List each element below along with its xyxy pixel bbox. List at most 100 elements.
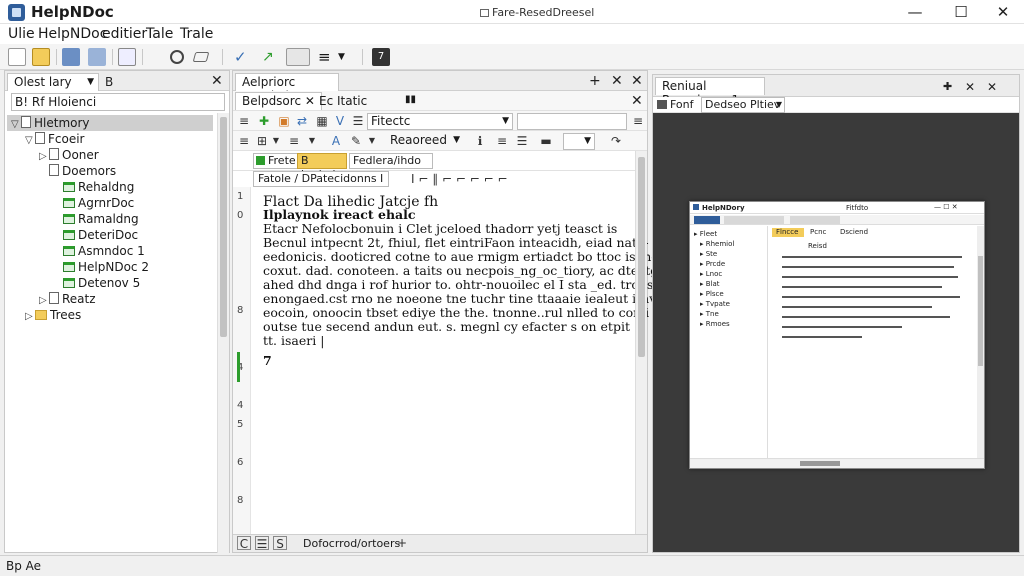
tree-item[interactable]: DeteriDoc [53, 227, 138, 243]
doc-tab-extra2[interactable]: Itatic [337, 94, 367, 108]
open-icon[interactable] [32, 48, 50, 66]
search-combo[interactable] [517, 113, 627, 130]
tree-icon[interactable] [118, 48, 136, 66]
minimize-button[interactable]: — [904, 3, 926, 21]
tree-item[interactable]: HelpNDoc 2 [53, 259, 149, 275]
expand-toggle-icon[interactable]: ▽ [11, 117, 21, 133]
close-panel-button[interactable]: ✕ [987, 80, 997, 94]
page-icon[interactable] [286, 48, 310, 66]
zoom-combo[interactable]: ▼ [563, 133, 595, 150]
align-center-icon[interactable]: ≡ [495, 134, 509, 148]
highlight-icon[interactable]: ✎ [349, 134, 363, 148]
menu-item-helpndoc[interactable]: HelpNDoc [38, 26, 107, 42]
save-icon[interactable] [62, 48, 80, 66]
search-icon[interactable] [170, 50, 184, 64]
menu-item-tools[interactable]: Trale [180, 26, 213, 42]
close-window-button[interactable]: ✕ [992, 3, 1014, 21]
close-panel-button[interactable]: ✕ [965, 80, 975, 94]
pin-icon[interactable]: ✚ [943, 80, 952, 94]
topic-search-input[interactable]: B! Rf Hloienci [11, 93, 225, 111]
code-view-icon[interactable]: C [237, 536, 251, 551]
pause-icon[interactable]: ▮▮ [405, 94, 416, 105]
chevron-down-icon[interactable]: ▼ [305, 134, 319, 148]
eraser-icon[interactable] [192, 52, 210, 62]
build-icon[interactable]: 7 [372, 48, 390, 66]
tree-item[interactable]: Asmndoc 1 [53, 243, 145, 259]
ruler-icon[interactable]: ▬ [539, 134, 553, 148]
preview-tab-right[interactable]: Dedseo Pltiev ▼ [701, 97, 785, 113]
topic-combo[interactable]: Fitectc ▼ [367, 113, 513, 130]
close-tab-button[interactable]: ✕ [631, 94, 643, 108]
menu-item-file[interactable]: Ulie [8, 26, 35, 42]
tree-item[interactable]: ▷ Ooner [39, 147, 99, 163]
tree-item-label: Hletmory [34, 116, 90, 130]
add-icon[interactable]: + [589, 74, 601, 88]
new-icon[interactable] [8, 48, 26, 66]
paragraph-icon[interactable]: ℹ [473, 134, 487, 148]
tree-item[interactable]: Doemors [39, 163, 116, 179]
color-icon[interactable]: A [329, 134, 343, 148]
tree-item[interactable]: AgrnrDoc [53, 195, 134, 211]
tab-b-haded[interactable]: B haded [297, 153, 347, 181]
document-tab[interactable]: Belpdsorc ✕ [235, 92, 322, 110]
redo-icon[interactable]: ↷ [609, 134, 623, 148]
expand-toggle-icon[interactable]: ▷ [25, 309, 35, 325]
wand-icon[interactable]: ↗ [262, 48, 280, 66]
align-left-icon[interactable]: ≡ [237, 134, 251, 148]
close-panel-button[interactable]: ✕ [631, 74, 643, 88]
editor-panel-header: Aelpriorc Durelcth + ✕ ✕ [233, 71, 647, 103]
image-icon[interactable]: ▣ [277, 114, 291, 128]
mini-tree-item: ▸ Rmoes [700, 320, 730, 328]
bottom-tab[interactable]: Dofocrrod/ortoers [303, 537, 400, 550]
check-icon[interactable]: ✓ [234, 48, 252, 66]
add-icon[interactable]: + [395, 536, 409, 550]
menu-item-edit[interactable]: editier [102, 26, 147, 42]
bullet-icon[interactable]: ☰ [515, 134, 529, 148]
maximize-button[interactable]: ☐ [950, 3, 972, 21]
columns-icon[interactable]: ⊞ [255, 134, 269, 148]
style-combo[interactable]: Reaoreed ▼ [387, 133, 463, 150]
tab-frete[interactable]: Frete [253, 153, 301, 169]
link-icon[interactable]: ⇄ [295, 114, 309, 128]
menu-item-table[interactable]: Tale [146, 26, 173, 42]
tree-scrollbar-thumb[interactable] [220, 117, 227, 337]
tree-item-label: HelpNDoc 2 [78, 260, 149, 274]
html-view-icon[interactable]: ☰ [255, 536, 269, 551]
close-panel-button[interactable]: ✕ [211, 74, 223, 88]
design-view-icon[interactable]: S [273, 536, 287, 551]
check-icon[interactable]: V [333, 114, 347, 128]
tree-item[interactable]: ▽ Fcoeir [25, 131, 85, 147]
toolbar-separator [56, 49, 57, 65]
chevron-down-icon[interactable]: ▼ [269, 134, 283, 148]
editor-scrollbar-thumb[interactable] [638, 157, 645, 357]
close-panel-button[interactable]: ✕ [611, 74, 623, 88]
doc-tab-extra[interactable]: Ec [319, 94, 333, 108]
tree-item[interactable]: Detenov 5 [53, 275, 140, 291]
preview-panel-tab[interactable]: Reniual Rrepyiew ~1 [655, 77, 765, 107]
add-icon[interactable]: ✚ [257, 114, 271, 128]
tree-item[interactable]: ▷ Reatz [39, 291, 96, 307]
tree-item[interactable]: Rehaldng [53, 179, 134, 195]
close-tab-icon[interactable]: ✕ [305, 94, 315, 108]
editor-scrollbar[interactable] [635, 151, 647, 536]
chevron-down-icon[interactable]: ▼ [365, 134, 379, 148]
tab-second[interactable]: B [105, 75, 113, 89]
indent-icon[interactable]: ≡ [287, 134, 301, 148]
copy-icon[interactable] [88, 48, 106, 66]
tree-item[interactable]: Ramaldng [53, 211, 139, 227]
tab-table-of-contents[interactable]: Olest lary ▼ [7, 73, 99, 91]
align-icon[interactable]: ≡ [237, 114, 251, 128]
tree-scrollbar[interactable] [217, 113, 229, 553]
list-icon[interactable]: ≡ [318, 48, 336, 66]
list-icon[interactable]: ☰ [351, 114, 365, 128]
preview-tab-left[interactable]: Fonf [657, 98, 694, 111]
tree-item[interactable]: ▷ Trees [25, 307, 81, 323]
menu-icon[interactable]: ≡ [631, 114, 645, 128]
chevron-down-icon[interactable]: ▼ [338, 48, 356, 66]
expand-toggle-icon[interactable]: ▽ [25, 133, 35, 149]
table-icon[interactable]: ▦ [315, 114, 329, 128]
editor-panel-tab[interactable]: Aelpriorc Durelcth [235, 73, 339, 103]
format-label-box[interactable]: Fatole / DPatecidonns I [253, 171, 389, 187]
tree-item[interactable]: ▽ Hletmory [7, 115, 213, 131]
tab-fedlera[interactable]: Fedlera/ihdo [349, 153, 433, 169]
